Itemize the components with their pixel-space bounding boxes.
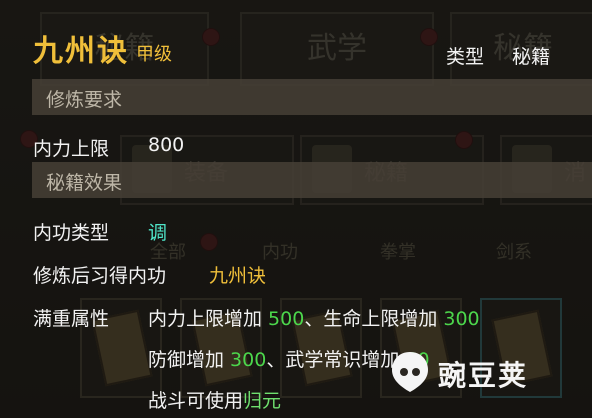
section-title: 秘籍效果	[46, 172, 123, 194]
watermark: 豌豆荚	[388, 344, 588, 404]
neigong-type-value: 调	[148, 222, 168, 244]
game-screen: 秘籍 武学 秘籍 装备 秘籍 消 全部 内功 拳掌 剑系 九州诀 甲级	[0, 0, 592, 418]
bonus-text: 战斗可使用	[148, 390, 244, 412]
section-title: 修炼要求	[46, 89, 123, 111]
skill-name: 归元	[243, 390, 282, 412]
type-value: 秘籍	[512, 46, 551, 68]
bonus-text: 、生命上限增加	[304, 308, 444, 330]
learn-neigong-label: 修炼后习得内功	[33, 265, 167, 287]
type-label: 类型	[446, 46, 485, 68]
section-effects: 秘籍效果	[32, 162, 592, 198]
bonus-number: 500	[268, 308, 305, 330]
full-bonus-label: 满重属性	[33, 308, 110, 330]
section-requirements: 修炼要求	[32, 79, 592, 115]
item-grade: 甲级	[136, 44, 172, 65]
bonus-text: 防御增加	[148, 349, 231, 371]
bonus-text: 、武学常识增加	[266, 349, 406, 371]
full-bonus-line-3: 战斗可使用归元	[148, 386, 281, 413]
requirement-label: 内力上限	[33, 138, 110, 160]
bonus-number: 300	[230, 349, 267, 371]
neigong-type-label: 内功类型	[33, 222, 110, 244]
full-bonus-line-1: 内力上限增加 500、生命上限增加 300	[148, 304, 480, 331]
requirement-value: 800	[148, 134, 185, 156]
learn-neigong-value: 九州诀	[209, 265, 267, 287]
bonus-number: 300	[443, 308, 480, 330]
watermark-text: 豌豆荚	[438, 359, 529, 392]
item-title: 九州诀	[33, 34, 129, 69]
bonus-text: 内力上限增加	[148, 308, 269, 330]
wandoujia-logo-icon	[392, 352, 428, 392]
